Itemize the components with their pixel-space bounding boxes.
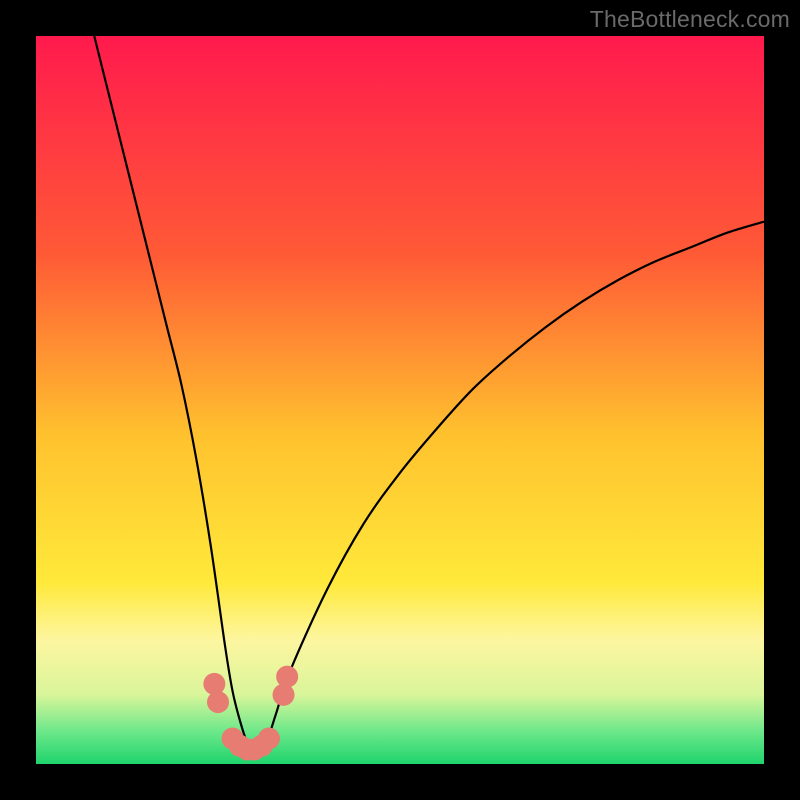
curve-marker bbox=[276, 666, 298, 688]
plot-area bbox=[36, 36, 764, 764]
chart-frame: TheBottleneck.com bbox=[0, 0, 800, 800]
curve-marker bbox=[258, 728, 280, 750]
curve-marker bbox=[273, 684, 295, 706]
curve-marker bbox=[203, 673, 225, 695]
curve-marker bbox=[207, 691, 229, 713]
curve-markers bbox=[203, 666, 298, 761]
bottleneck-curve bbox=[94, 36, 764, 750]
watermark-text: TheBottleneck.com bbox=[590, 6, 790, 33]
curve-layer bbox=[36, 36, 764, 764]
